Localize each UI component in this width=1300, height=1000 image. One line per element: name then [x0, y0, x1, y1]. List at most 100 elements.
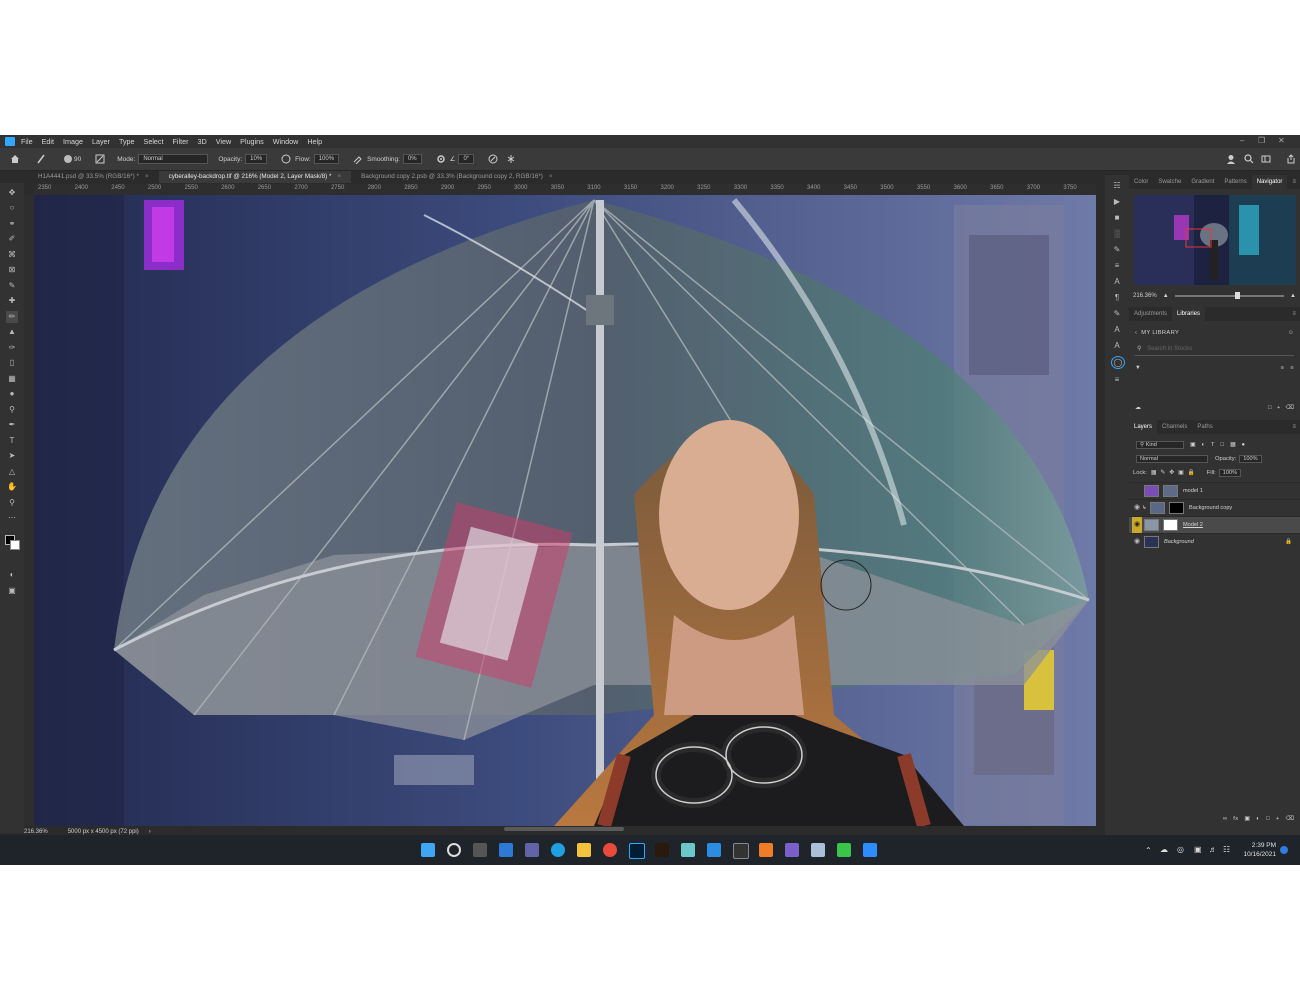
history-brush-icon[interactable]: ✑ [6, 342, 18, 354]
link-layers-icon[interactable]: ∞ [1223, 816, 1227, 822]
restore-icon[interactable]: ❐ [1258, 136, 1265, 145]
type-tool-icon[interactable]: T [6, 435, 18, 447]
menu-filter[interactable]: Filter [173, 137, 189, 146]
path-select-tool-icon[interactable]: ➤ [6, 450, 18, 462]
new-layer-icon[interactable]: + [1276, 816, 1280, 822]
trash-icon[interactable]: ⌫ [1286, 816, 1295, 822]
menu-edit[interactable]: Edit [42, 137, 54, 146]
frame-tool-icon[interactable]: ⊠ [6, 264, 18, 276]
clock[interactable]: 2:39 PM 10/16/2021 [1238, 841, 1276, 859]
filter-shape-icon[interactable]: □ [1221, 442, 1225, 448]
brush-size-picker[interactable]: 90 [64, 155, 81, 163]
menu-layer[interactable]: Layer [92, 137, 110, 146]
collaborate-icon[interactable]: ☺ [1288, 330, 1294, 336]
lock-all-icon[interactable]: 🔒 [1188, 470, 1195, 476]
home-icon[interactable] [10, 154, 20, 164]
cloud-icon[interactable]: ☁ [1160, 845, 1168, 854]
tab-channels[interactable]: Channels [1157, 424, 1192, 430]
menu-help[interactable]: Help [307, 137, 322, 146]
airbrush-icon[interactable] [353, 154, 363, 165]
tab-h1a4441[interactable]: H1A4441.psd @ 33.5% (RGB/16*) * × [28, 171, 159, 183]
notification-icon[interactable] [1280, 846, 1288, 854]
tab-gradient[interactable]: Gradient [1186, 179, 1219, 185]
grid-view-icon[interactable]: ≡ [1281, 365, 1285, 371]
layer-name[interactable]: Background copy [1189, 505, 1232, 511]
close-icon[interactable]: × [337, 173, 341, 180]
hand-tool-icon[interactable]: ✋ [6, 481, 18, 493]
eye-icon[interactable]: ◉ [1132, 517, 1142, 533]
tab-cyberalley-backdrop[interactable]: cyberalley-backdrop.tif @ 216% (Model 2,… [158, 171, 352, 183]
glyphs-icon-2[interactable]: A [1111, 340, 1123, 351]
marquee-tool-icon[interactable]: ○ [6, 202, 18, 214]
menu-image[interactable]: Image [63, 137, 83, 146]
menu-view[interactable]: View [216, 137, 231, 146]
fill-input[interactable]: 100% [1218, 469, 1242, 477]
brush-settings-icon[interactable] [95, 154, 105, 164]
filter-type-icon[interactable]: T [1211, 442, 1215, 448]
zoom-out-icon[interactable]: ▲ [1163, 293, 1169, 299]
angle-input[interactable]: 0° [458, 154, 475, 164]
mode-select[interactable]: Normal [138, 154, 209, 164]
panel-menu-icon[interactable]: ≡ [1292, 424, 1296, 430]
crop-tool-icon[interactable]: ⌘ [6, 249, 18, 261]
volume-icon[interactable]: ♬ [1209, 845, 1217, 854]
tab-paths[interactable]: Paths [1192, 424, 1217, 430]
close-icon[interactable]: × [549, 173, 553, 180]
app-icon[interactable] [811, 843, 825, 857]
menu-type[interactable]: Type [119, 137, 135, 146]
gradient-tool-icon[interactable]: ▦ [6, 373, 18, 385]
lasso-tool-icon[interactable]: ⚭ [6, 218, 18, 230]
smoothing-input[interactable]: 0% [402, 154, 422, 164]
zoom-slider-knob[interactable] [1234, 292, 1240, 299]
pen-tool-icon[interactable]: ✒ [6, 419, 18, 431]
tab-swatches[interactable]: Swatche [1153, 179, 1186, 185]
trash-icon[interactable]: ⌫ [1286, 405, 1295, 411]
layer-row[interactable]: ◉ Background 🔒 [1129, 533, 1300, 550]
dodge-tool-icon[interactable]: ⚲ [6, 404, 18, 416]
blend-mode-select[interactable]: Normal [1136, 455, 1208, 463]
healing-tool-icon[interactable]: ✚ [6, 295, 18, 307]
properties-icon[interactable]: ≡ [1111, 260, 1123, 271]
app-icon[interactable] [837, 843, 851, 857]
app-icon[interactable] [759, 843, 773, 857]
microphone-icon[interactable]: ◎ [1177, 845, 1184, 854]
opacity-input[interactable]: 10% [245, 154, 268, 164]
brush-settings-icon[interactable]: ✎ [1111, 244, 1123, 255]
tab-layers[interactable]: Layers [1129, 420, 1158, 434]
list-view-icon[interactable]: ≡ [1290, 365, 1294, 371]
start-icon[interactable] [421, 843, 435, 857]
filter-pixel-icon[interactable]: ▣ [1190, 442, 1195, 448]
library-name[interactable]: MY LIBRARY [1141, 330, 1179, 336]
file-explorer-icon[interactable] [577, 843, 591, 857]
layer-name[interactable]: Background [1164, 539, 1194, 545]
glyphs-icon[interactable]: ✎ [1111, 308, 1123, 319]
document-canvas[interactable] [34, 195, 1096, 826]
task-view-icon[interactable] [473, 843, 487, 857]
menu-plugins[interactable]: Plugins [240, 137, 264, 146]
app-icon[interactable] [681, 843, 695, 857]
add-icon[interactable]: + [1277, 405, 1281, 411]
filter-adjustment-icon[interactable]: ◐ [1201, 442, 1205, 448]
lock-position-icon[interactable]: ✥ [1169, 470, 1174, 476]
background-color-swatch[interactable] [10, 540, 20, 550]
vscode-icon[interactable] [707, 843, 721, 857]
tab-color[interactable]: Color [1129, 179, 1153, 185]
search-icon[interactable] [447, 843, 461, 857]
tab-navigator[interactable]: Navigator [1251, 175, 1288, 189]
zoom-app-icon[interactable] [863, 843, 877, 857]
layer-row[interactable]: model 1 [1129, 482, 1300, 499]
photoshop-icon[interactable] [629, 843, 645, 859]
layer-row[interactable]: ◉ ↳ Background copy [1129, 499, 1300, 516]
tab-adjustments[interactable]: Adjustments [1129, 311, 1172, 317]
paragraph-icon[interactable]: ¶ [1111, 292, 1123, 303]
navigator-zoom-value[interactable]: 216.36% [1133, 293, 1157, 299]
display-icon[interactable]: ▣ [1194, 845, 1202, 854]
minimize-icon[interactable]: – [1240, 136, 1244, 145]
menu-3d[interactable]: 3D [198, 137, 207, 146]
flow-input[interactable]: 100% [313, 154, 340, 164]
layer-name[interactable]: Model 2 [1183, 522, 1203, 528]
filter-icon[interactable]: ▼ [1135, 365, 1141, 371]
vertical-scrollbar[interactable] [1097, 195, 1103, 826]
adjustments-icon[interactable]: ≡ [1111, 374, 1123, 385]
layer-mask-thumbnail[interactable] [1169, 502, 1184, 514]
